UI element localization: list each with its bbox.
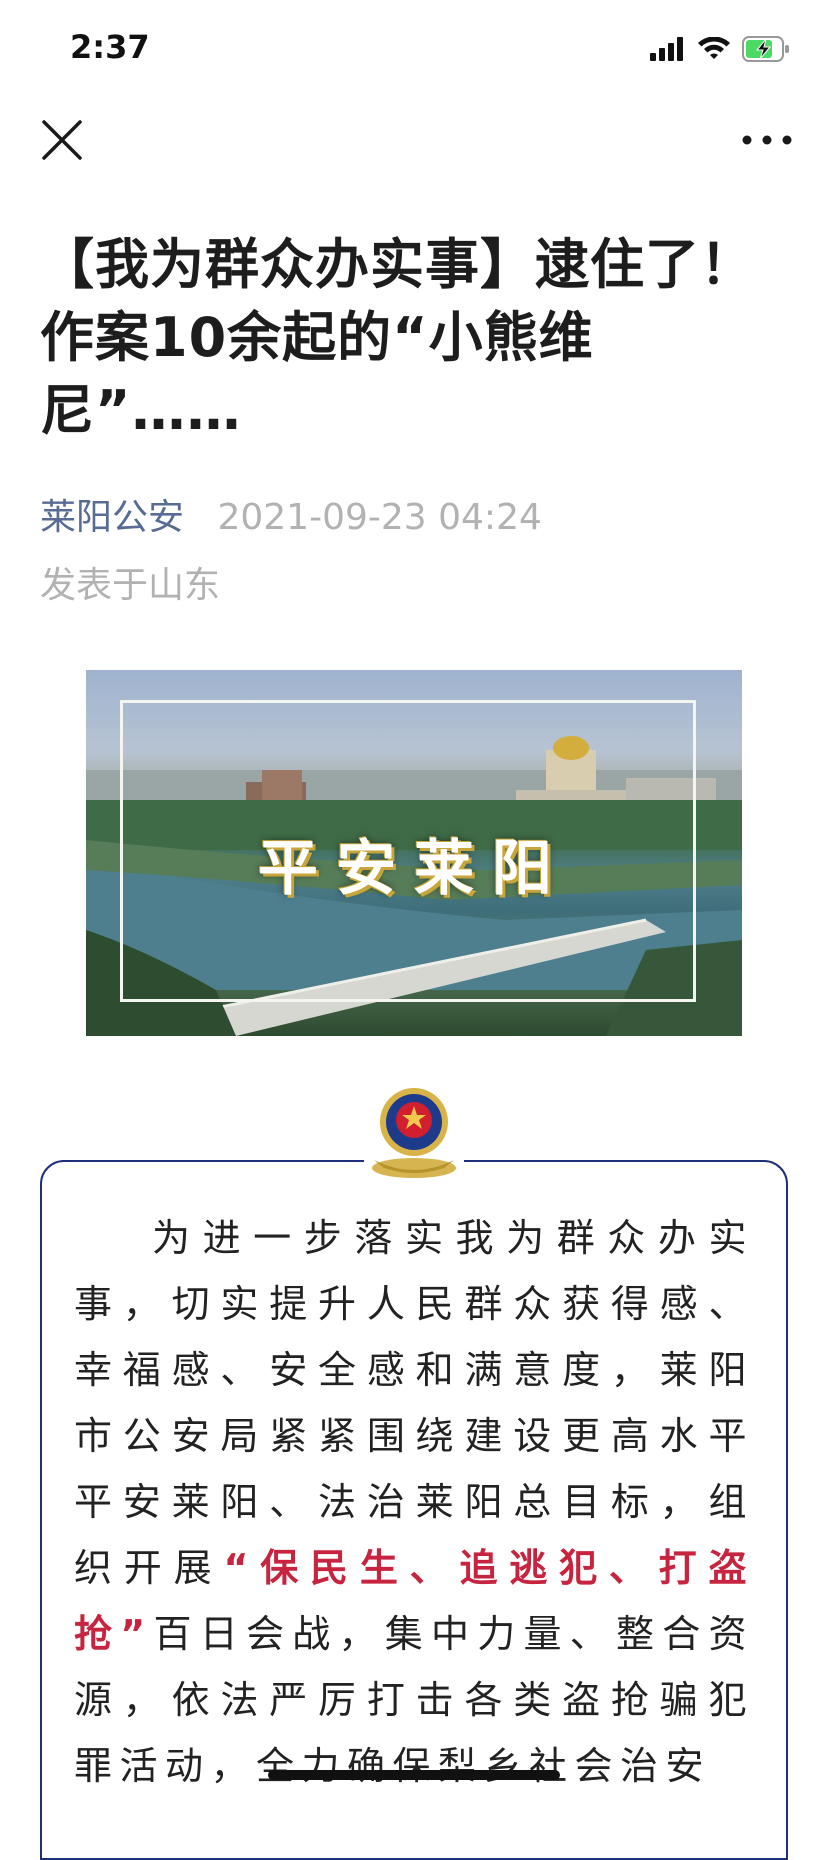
more-button[interactable] (740, 128, 794, 152)
body-text-rest: 百日会战，集中力量、整合资源，依法严厉打击各类盗抢骗犯罪活动，全力确保梨乡社会治… (74, 1612, 754, 1788)
more-icon (742, 135, 792, 145)
home-indicator[interactable] (268, 1770, 560, 1780)
status-bar: 2:37 (0, 0, 828, 100)
wifi-icon (698, 37, 730, 59)
battery-charging-icon (742, 36, 789, 62)
hero-caption: 平安莱阳 (258, 834, 570, 904)
body-text-intro: 为进一步落实我为群众办实事，切实提升人民群众获得感、幸福感、安全感和满意度，莱阳… (74, 1216, 754, 1590)
article-title: 【我为群众办实事】逮住了！作案10余起的“小熊维尼”…… (40, 233, 755, 442)
article-body: 为进一步落实我为群众办实事，切实提升人民群众获得感、幸福感、安全感和满意度，莱阳… (74, 1205, 754, 1799)
police-badge-icon (364, 1080, 464, 1180)
signal-icon (650, 37, 683, 61)
status-time: 2:37 (70, 28, 150, 66)
close-button[interactable] (40, 118, 84, 162)
hero-image[interactable]: 平安莱阳 (86, 670, 742, 1036)
publish-date: 2021-09-23 04:24 (217, 497, 542, 538)
close-icon (42, 120, 82, 160)
author-link[interactable]: 莱阳公安 (40, 497, 184, 538)
article-meta: 莱阳公安 2021-09-23 04:24 (40, 488, 542, 540)
status-icons (650, 34, 790, 64)
publish-location: 发表于山东 (40, 565, 221, 606)
